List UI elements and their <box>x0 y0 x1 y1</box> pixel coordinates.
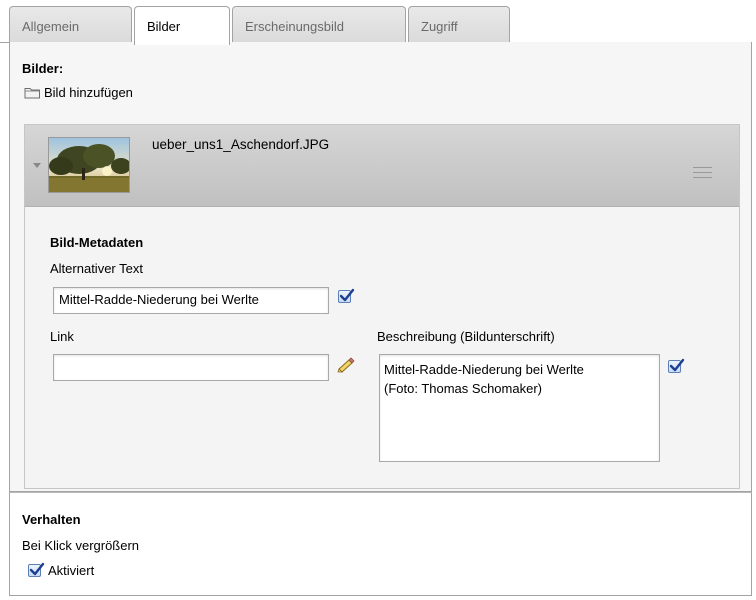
folder-icon <box>24 86 41 99</box>
tab-zugriff[interactable]: Zugriff <box>408 6 510 43</box>
add-image-button[interactable]: Bild hinzufügen <box>24 83 133 101</box>
tab-bar: Allgemein Bilder Erscheinungsbild Zugrif… <box>0 0 756 45</box>
alt-text-override-checkbox[interactable] <box>338 288 355 303</box>
zoom-enabled-checkbox[interactable] <box>28 562 45 577</box>
image-thumbnail <box>48 137 130 193</box>
link-label: Link <box>50 329 74 344</box>
pencil-icon[interactable] <box>336 357 356 373</box>
zoom-label: Bei Klick vergrößern <box>22 538 140 553</box>
description-label: Beschreibung (Bildunterschrift) <box>377 329 555 344</box>
images-section-title: Bilder: <box>22 61 64 76</box>
tab-label: Allgemein <box>22 19 80 34</box>
tab-erscheinungsbild[interactable]: Erscheinungsbild <box>232 6 406 43</box>
caret-down-icon[interactable] <box>33 163 41 168</box>
image-item: ueber_uns1_Aschendorf.JPG Bild-Metadaten… <box>24 124 740 489</box>
description-override-checkbox[interactable] <box>668 358 685 373</box>
zoom-enabled-label[interactable]: Aktiviert <box>48 563 94 578</box>
behavior-panel: Verhalten Bei Klick vergrößern Aktiviert <box>9 492 752 596</box>
add-image-label: Bild hinzufügen <box>44 84 133 100</box>
tab-label: Erscheinungsbild <box>245 19 345 34</box>
image-item-header[interactable]: ueber_uns1_Aschendorf.JPG <box>25 125 739 207</box>
image-filename: ueber_uns1_Aschendorf.JPG <box>152 137 330 152</box>
tab-label: Bilder <box>147 19 181 34</box>
tab-label: Zugriff <box>421 19 458 34</box>
drag-handle-icon[interactable] <box>693 167 712 182</box>
behavior-title: Verhalten <box>22 512 81 527</box>
alt-text-input[interactable]: Mittel-Radde-Niederung bei Werlte <box>53 287 329 314</box>
tab-bilder[interactable]: Bilder <box>134 6 230 45</box>
description-textarea[interactable] <box>379 354 660 462</box>
metadata-title: Bild-Metadaten <box>50 235 144 250</box>
link-input[interactable] <box>53 354 329 381</box>
alt-text-label: Alternativer Text <box>50 261 143 276</box>
tab-allgemein[interactable]: Allgemein <box>9 6 132 43</box>
